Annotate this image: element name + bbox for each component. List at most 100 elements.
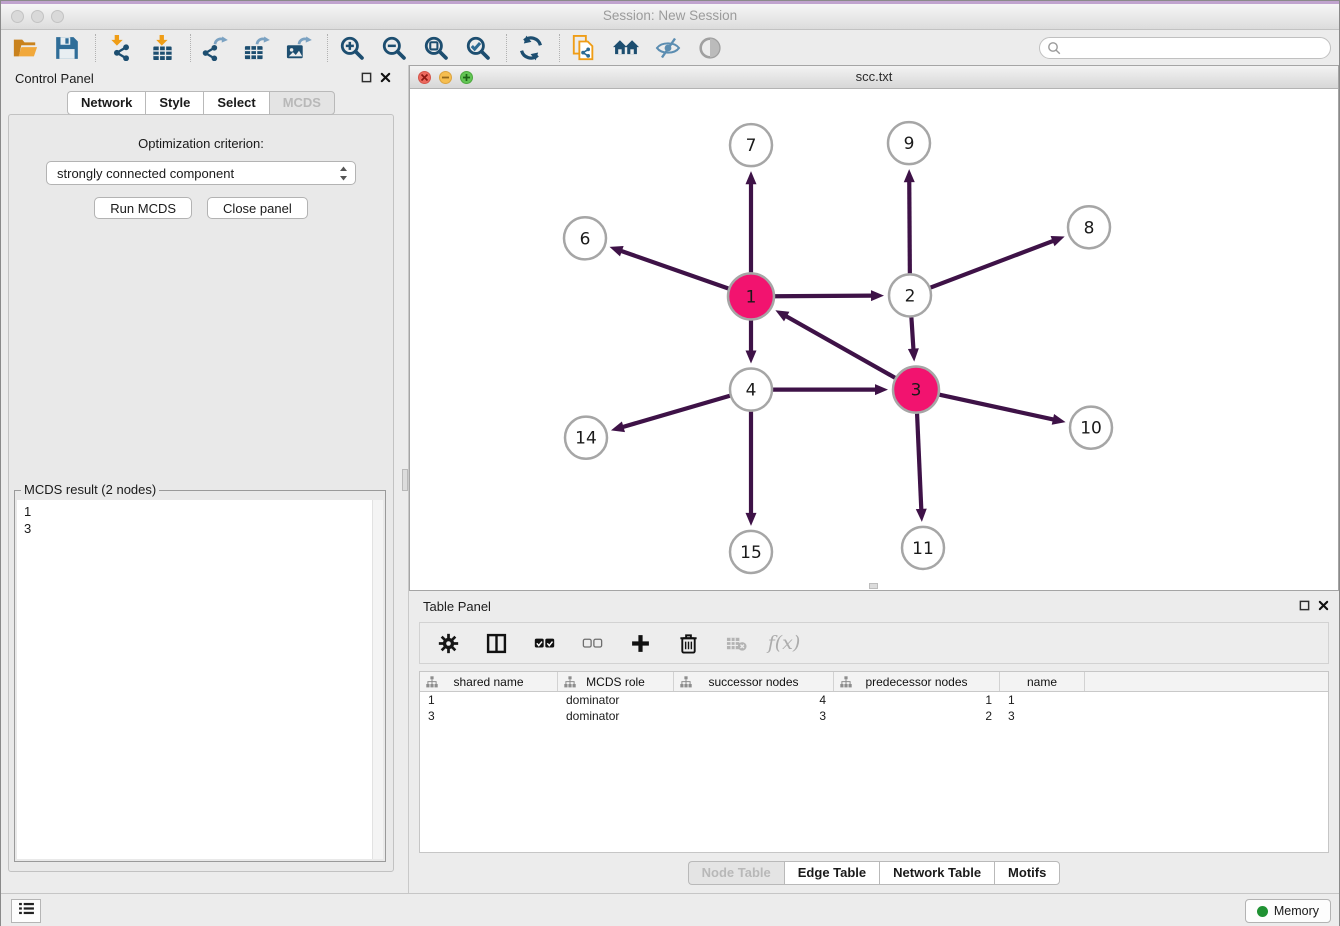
- table-cell[interactable]: 3: [674, 709, 834, 723]
- graph-node-4[interactable]: 4: [730, 369, 772, 411]
- zoom-selected-icon[interactable]: [464, 34, 492, 62]
- table-cell[interactable]: 3: [420, 709, 558, 723]
- graph-edge-4-14[interactable]: [611, 396, 730, 432]
- optimization-criterion-value: strongly connected component: [57, 166, 234, 181]
- column-header-shared-name[interactable]: shared name: [420, 672, 558, 691]
- graph-edge-3-1[interactable]: [775, 310, 895, 378]
- column-tree-icon: [564, 676, 576, 688]
- table-cell[interactable]: 1: [834, 693, 1000, 707]
- graph-node-1[interactable]: 1: [728, 273, 774, 319]
- save-session-icon[interactable]: [53, 34, 81, 62]
- graph-node-9[interactable]: 9: [888, 122, 930, 164]
- mcds-result-scrollbar[interactable]: [372, 500, 383, 859]
- zoom-fit-icon[interactable]: [422, 34, 450, 62]
- table-row[interactable]: 1dominator411: [420, 692, 1328, 708]
- tab-node-table[interactable]: Node Table: [688, 861, 784, 885]
- graph-node-15[interactable]: 15: [730, 531, 772, 573]
- close-table-panel-icon[interactable]: [1318, 599, 1329, 614]
- export-network-icon[interactable]: [201, 34, 229, 62]
- close-panel-icon[interactable]: [380, 71, 391, 86]
- panel-splitter[interactable]: [401, 65, 409, 893]
- graph-node-14[interactable]: 14: [565, 417, 607, 459]
- memory-button[interactable]: Memory: [1245, 899, 1331, 923]
- toolbar-separator: [95, 34, 96, 62]
- tab-network[interactable]: Network: [67, 91, 145, 115]
- node-table-header: shared nameMCDS rolesuccessor nodesprede…: [420, 672, 1328, 692]
- network-window-title: scc.txt: [410, 69, 1338, 84]
- graph-edge-1-6[interactable]: [610, 246, 729, 288]
- tab-mcds[interactable]: MCDS: [269, 91, 335, 115]
- hide-details-icon[interactable]: [654, 34, 682, 62]
- tab-network-table[interactable]: Network Table: [879, 861, 994, 885]
- graph-edge-2-8[interactable]: [931, 236, 1065, 288]
- graph-edge-3-10[interactable]: [939, 395, 1065, 425]
- graph-edge-2-9[interactable]: [904, 169, 915, 273]
- task-history-button[interactable]: [11, 899, 41, 923]
- splitter-grip[interactable]: [402, 469, 408, 491]
- import-network-icon[interactable]: [106, 34, 134, 62]
- open-file-icon[interactable]: [11, 34, 39, 62]
- table-cell[interactable]: 1: [1000, 693, 1085, 707]
- graph-node-10[interactable]: 10: [1070, 407, 1112, 449]
- mcds-result-text[interactable]: 1 3: [17, 500, 383, 859]
- show-columns-icon[interactable]: [482, 629, 510, 657]
- export-table-icon[interactable]: [243, 34, 271, 62]
- optimization-criterion-select[interactable]: strongly connected component: [46, 161, 356, 185]
- column-tree-icon: [426, 676, 438, 688]
- tab-edge-table[interactable]: Edge Table: [784, 861, 879, 885]
- table-cell[interactable]: 3: [1000, 709, 1085, 723]
- tab-style[interactable]: Style: [145, 91, 203, 115]
- graph-node-8[interactable]: 8: [1068, 206, 1110, 248]
- clone-network-icon[interactable]: [570, 34, 598, 62]
- zoom-in-icon[interactable]: [338, 34, 366, 62]
- control-panel-header: Control Panel: [1, 65, 401, 91]
- import-table-icon[interactable]: [148, 34, 176, 62]
- table-panel: Table Panel f(x) shared nameMCDS rolesuc…: [409, 593, 1339, 893]
- create-column-icon[interactable]: [626, 629, 654, 657]
- settings-gear-icon[interactable]: [434, 629, 462, 657]
- column-header-MCDS-role[interactable]: MCDS role: [558, 672, 674, 691]
- export-image-icon[interactable]: [285, 34, 313, 62]
- column-header-successor-nodes[interactable]: successor nodes: [674, 672, 834, 691]
- float-panel-icon[interactable]: [361, 71, 372, 86]
- close-panel-button[interactable]: Close panel: [207, 197, 308, 219]
- graph-node-7[interactable]: 7: [730, 124, 772, 166]
- graph-edge-2-3[interactable]: [908, 317, 919, 361]
- tab-select[interactable]: Select: [203, 91, 268, 115]
- graph-edge-4-15[interactable]: [746, 412, 757, 526]
- graph-edge-1-7[interactable]: [746, 171, 757, 272]
- select-all-icon[interactable]: [530, 629, 558, 657]
- graph-edge-3-11[interactable]: [916, 414, 927, 522]
- graph-node-11[interactable]: 11: [902, 527, 944, 569]
- graph-node-3[interactable]: 3: [893, 367, 939, 413]
- float-table-panel-icon[interactable]: [1299, 599, 1310, 614]
- deselect-all-icon[interactable]: [578, 629, 606, 657]
- network-view-window: scc.txt 7 9 6 8 1 2 4 3 14 10 15 11: [409, 65, 1339, 591]
- run-mcds-button[interactable]: Run MCDS: [94, 197, 192, 219]
- graph-edge-1-4[interactable]: [746, 320, 757, 363]
- table-cell[interactable]: dominator: [558, 709, 674, 723]
- svg-text:4: 4: [746, 381, 757, 401]
- zoom-out-icon[interactable]: [380, 34, 408, 62]
- function-builder-icon: f(x): [770, 629, 798, 657]
- table-cell[interactable]: dominator: [558, 693, 674, 707]
- column-header-name[interactable]: name: [1000, 672, 1085, 691]
- table-cell[interactable]: 2: [834, 709, 1000, 723]
- graph-node-6[interactable]: 6: [564, 217, 606, 259]
- search-input[interactable]: [1039, 37, 1331, 59]
- graph-edge-1-2[interactable]: [775, 290, 884, 301]
- tab-motifs[interactable]: Motifs: [994, 861, 1060, 885]
- home-neighbors-icon[interactable]: [612, 34, 640, 62]
- graph-node-2[interactable]: 2: [889, 274, 931, 316]
- graph-edge-4-3[interactable]: [773, 384, 888, 395]
- canvas-resize-grip[interactable]: [869, 583, 878, 589]
- table-cell[interactable]: 1: [420, 693, 558, 707]
- delete-rows-icon[interactable]: [674, 629, 702, 657]
- refresh-layout-icon[interactable]: [517, 34, 545, 62]
- right-column: scc.txt 7968124314101511 Table Panel f(x…: [409, 65, 1339, 893]
- table-cell[interactable]: 4: [674, 693, 834, 707]
- column-header-predecessor-nodes[interactable]: predecessor nodes: [834, 672, 1000, 691]
- network-canvas[interactable]: 7 9 6 8 1 2 4 3 14 10 15 11: [410, 89, 1338, 590]
- svg-text:7: 7: [746, 136, 757, 156]
- table-row[interactable]: 3dominator323: [420, 708, 1328, 724]
